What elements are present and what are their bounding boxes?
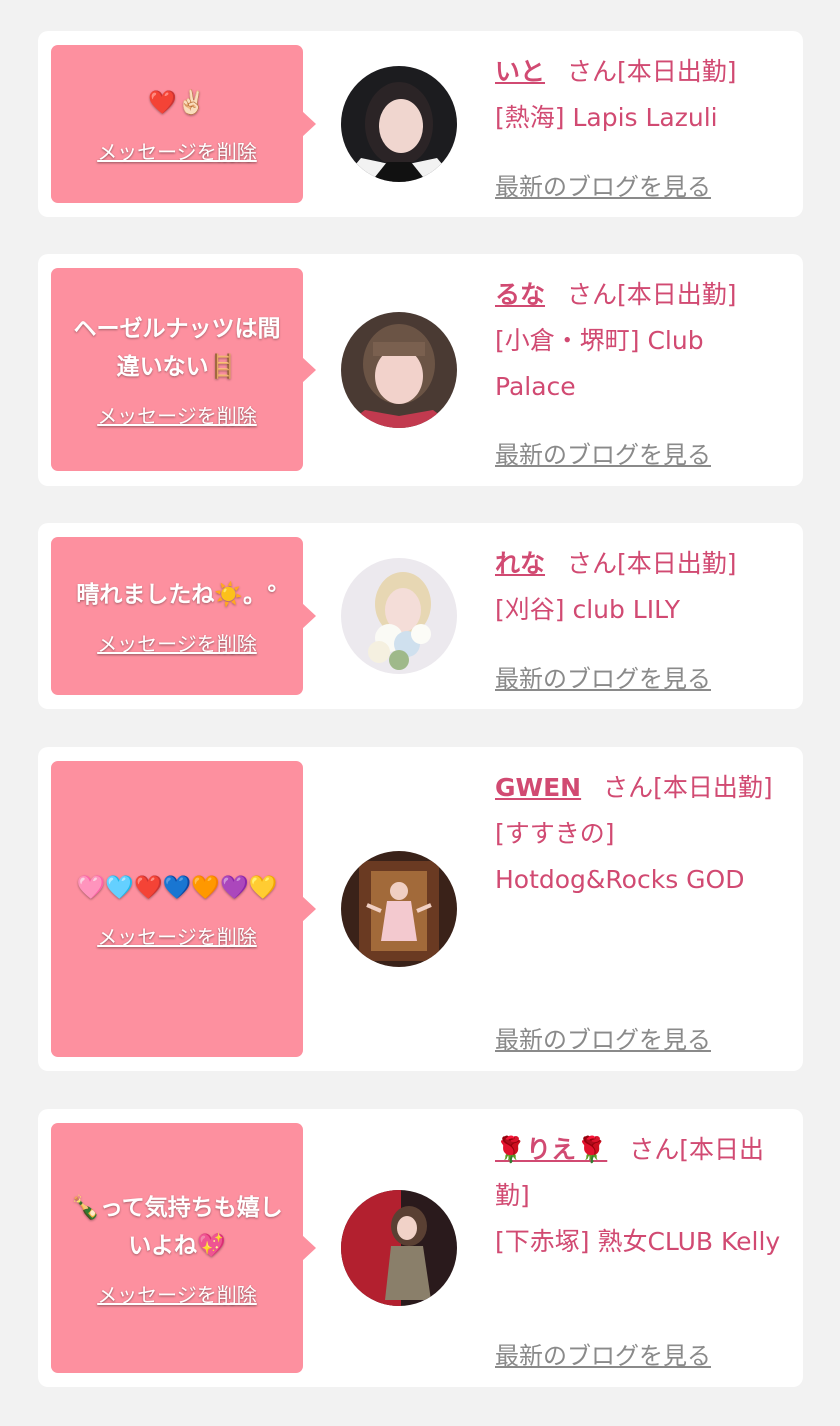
message-card: 🍾って気持ちも嬉しいよね💖 メッセージを削除 🌹りえ🌹 さん[本日出勤] [下赤塚… <box>38 1109 803 1387</box>
message-card: ヘーゼルナッツは間違いない🪜 メッセージを削除 るな さん[本日出勤] [小倉・堺… <box>38 254 803 486</box>
message-card: 🩷🩵❤️💙🧡💜💛 メッセージを削除 GWEN さん[本日出勤] [すすきの] Ho… <box>38 747 803 1071</box>
cast-name-link[interactable]: 🌹りえ🌹 <box>495 1135 607 1164</box>
latest-blog-link[interactable]: 最新のブログを見る <box>495 659 711 694</box>
girl-seated-icon <box>341 1190 457 1306</box>
cast-info: いと さん[本日出勤] [熱海] Lapis Lazuli <box>495 49 790 141</box>
message-text: 🩷🩵❤️💙🧡💜💛 <box>76 874 278 901</box>
message-bubble: 🍾って気持ちも嬉しいよね💖 メッセージを削除 <box>51 1123 316 1373</box>
message-text: ❤️✌🏻 <box>148 89 206 116</box>
message-card: ❤️✌🏻 メッセージを削除 いと さん[本日出勤] [熱海] Lapis Lazu… <box>38 31 803 217</box>
message-card: 晴れましたね☀️。° メッセージを削除 れな さん[本日出勤] [刈谷] club… <box>38 523 803 709</box>
cast-status: さん[本日出勤] <box>567 280 737 309</box>
latest-blog-link[interactable]: 最新のブログを見る <box>495 1020 711 1055</box>
message-bubble: ヘーゼルナッツは間違いない🪜 メッセージを削除 <box>51 268 316 471</box>
avatar[interactable] <box>341 1190 457 1306</box>
shop-name: [小倉・堺町] Club Palace <box>495 326 704 401</box>
message-text: 🍾って気持ちも嬉しいよね💖 <box>71 1194 283 1259</box>
shop-name: [すすきの] Hotdog&Rocks GOD <box>495 819 745 894</box>
shop-name: [下赤塚] 熟女CLUB Kelly <box>495 1227 781 1256</box>
cast-name-link[interactable]: GWEN <box>495 773 581 802</box>
avatar[interactable] <box>341 851 457 967</box>
cast-name-link[interactable]: いと <box>495 57 545 86</box>
message-bubble: ❤️✌🏻 メッセージを削除 <box>51 45 316 203</box>
latest-blog-link[interactable]: 最新のブログを見る <box>495 167 711 202</box>
message-text: 晴れましたね☀️。° <box>76 581 278 608</box>
latest-blog-link[interactable]: 最新のブログを見る <box>495 435 711 470</box>
cast-info: れな さん[本日出勤] [刈谷] club LILY <box>495 541 790 633</box>
cast-info: るな さん[本日出勤] [小倉・堺町] Club Palace <box>495 272 790 410</box>
girl-standing-icon <box>341 851 457 967</box>
avatar[interactable] <box>341 312 457 428</box>
shop-name: [熱海] Lapis Lazuli <box>495 103 718 132</box>
delete-message-link[interactable]: メッセージを削除 <box>97 628 257 657</box>
girl-portrait-icon <box>341 66 457 182</box>
shop-name: [刈谷] club LILY <box>495 595 680 624</box>
cast-status: さん[本日出勤] <box>603 773 773 802</box>
message-bubble: 晴れましたね☀️。° メッセージを削除 <box>51 537 316 695</box>
girl-with-flowers-icon <box>341 558 457 674</box>
delete-message-link[interactable]: メッセージを削除 <box>97 921 257 950</box>
cast-status: さん[本日出勤] <box>567 549 737 578</box>
cast-info: GWEN さん[本日出勤] [すすきの] Hotdog&Rocks GOD <box>495 765 790 903</box>
cast-name-link[interactable]: るな <box>495 280 545 309</box>
cast-name-link[interactable]: れな <box>495 549 545 578</box>
delete-message-link[interactable]: メッセージを削除 <box>97 400 257 429</box>
girl-portrait-icon <box>341 312 457 428</box>
message-bubble: 🩷🩵❤️💙🧡💜💛 メッセージを削除 <box>51 761 316 1057</box>
avatar[interactable] <box>341 558 457 674</box>
latest-blog-link[interactable]: 最新のブログを見る <box>495 1336 711 1371</box>
message-text: ヘーゼルナッツは間違いない🪜 <box>73 316 281 380</box>
delete-message-link[interactable]: メッセージを削除 <box>97 136 257 165</box>
delete-message-link[interactable]: メッセージを削除 <box>97 1279 257 1308</box>
cast-info: 🌹りえ🌹 さん[本日出勤] [下赤塚] 熟女CLUB Kelly <box>495 1127 790 1265</box>
avatar[interactable] <box>341 66 457 182</box>
cast-status: さん[本日出勤] <box>567 57 737 86</box>
